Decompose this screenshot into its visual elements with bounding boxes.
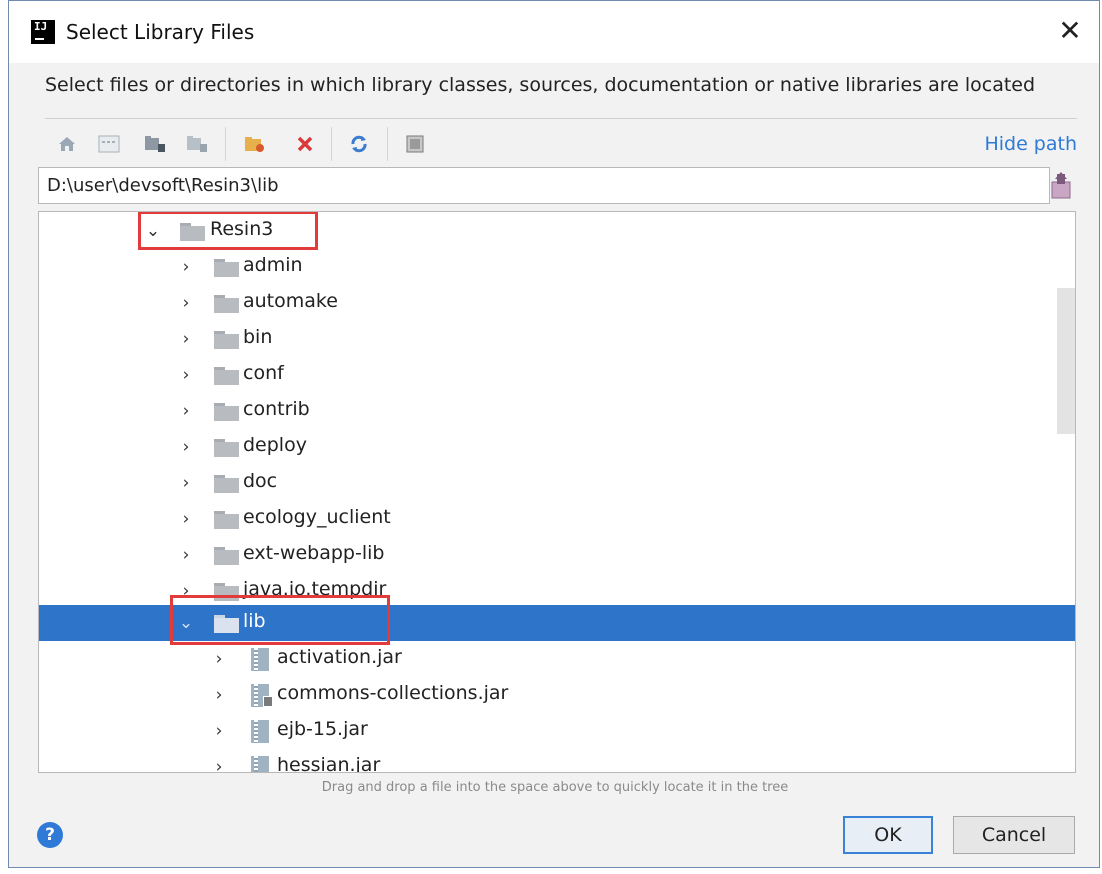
tree-node-label: bin bbox=[243, 326, 273, 348]
tree-node-label: deploy bbox=[243, 434, 307, 456]
tree-node-label: doc bbox=[243, 470, 278, 492]
tree-node-label: ext-webapp-lib bbox=[243, 542, 385, 564]
home-icon[interactable] bbox=[53, 130, 81, 158]
tree-node-folder[interactable]: › automake bbox=[39, 285, 1075, 321]
file-tree[interactable]: ⌄ Resin3 › admin › automake › bin › conf… bbox=[38, 211, 1076, 773]
annotation-highlight-box bbox=[138, 212, 318, 250]
folder-icon bbox=[214, 259, 239, 277]
chevron-right-icon[interactable]: › bbox=[209, 719, 229, 743]
chevron-right-icon[interactable]: › bbox=[176, 255, 196, 279]
folder-icon bbox=[214, 475, 239, 493]
tree-node-label: ejb-15.jar bbox=[277, 718, 368, 740]
folder-icon bbox=[214, 511, 239, 529]
jar-file-icon bbox=[251, 756, 269, 772]
project-icon[interactable] bbox=[141, 130, 169, 158]
chevron-right-icon[interactable]: › bbox=[176, 435, 196, 459]
tree-node-folder[interactable]: › contrib bbox=[39, 393, 1075, 429]
chevron-right-icon[interactable]: › bbox=[209, 647, 229, 671]
path-input[interactable] bbox=[38, 167, 1050, 204]
chevron-right-icon[interactable]: › bbox=[176, 471, 196, 495]
annotation-highlight-box bbox=[170, 595, 390, 645]
toolbar-separator bbox=[331, 127, 332, 161]
jar-file-icon bbox=[251, 648, 269, 671]
divider bbox=[45, 118, 1077, 119]
refresh-icon[interactable] bbox=[345, 130, 373, 158]
toolbar-separator bbox=[387, 127, 388, 161]
ok-button[interactable]: OK bbox=[843, 816, 933, 854]
jar-file-icon bbox=[251, 720, 269, 743]
tree-node-label: conf bbox=[243, 362, 284, 384]
new-folder-icon[interactable] bbox=[241, 130, 269, 158]
tree-node-jar[interactable]: › commons-collections.jar bbox=[39, 677, 1075, 713]
folder-icon bbox=[214, 295, 239, 313]
folder-icon bbox=[214, 367, 239, 385]
chevron-right-icon[interactable]: › bbox=[209, 755, 229, 772]
hide-path-link[interactable]: Hide path bbox=[984, 133, 1077, 155]
tree-node-folder[interactable]: › doc bbox=[39, 465, 1075, 501]
toolbar: Hide path bbox=[45, 125, 1077, 165]
folder-icon bbox=[214, 403, 239, 421]
dialog-title: Select Library Files bbox=[66, 20, 255, 44]
chevron-right-icon[interactable]: › bbox=[176, 507, 196, 531]
tree-node-folder[interactable]: › ext-webapp-lib bbox=[39, 537, 1075, 573]
folder-icon bbox=[214, 331, 239, 349]
tree-node-label: automake bbox=[243, 290, 338, 312]
help-icon[interactable]: ? bbox=[37, 822, 63, 848]
chevron-right-icon[interactable]: › bbox=[176, 291, 196, 315]
cancel-button[interactable]: Cancel bbox=[953, 816, 1075, 854]
locked-jar-file-icon bbox=[251, 684, 273, 707]
tree-node-label: admin bbox=[243, 254, 303, 276]
tree-scrollbar[interactable] bbox=[1057, 288, 1075, 434]
tree-node-folder[interactable]: › conf bbox=[39, 357, 1075, 393]
delete-icon[interactable] bbox=[291, 130, 319, 158]
chevron-right-icon[interactable]: › bbox=[176, 399, 196, 423]
tree-node-folder[interactable]: › deploy bbox=[39, 429, 1075, 465]
tree-node-folder[interactable]: › admin bbox=[39, 249, 1075, 285]
tree-node-label: ecology_uclient bbox=[243, 506, 391, 528]
tree-node-jar[interactable]: › hessian.jar bbox=[39, 749, 1075, 773]
title-bar: IJ Select Library Files ✕ bbox=[9, 1, 1099, 63]
chevron-right-icon[interactable]: › bbox=[176, 363, 196, 387]
show-hidden-icon[interactable] bbox=[401, 130, 429, 158]
folder-icon bbox=[214, 439, 239, 457]
chevron-right-icon[interactable]: › bbox=[209, 683, 229, 707]
dialog-description: Select files or directories in which lib… bbox=[45, 74, 1036, 96]
tree-node-label: hessian.jar bbox=[277, 754, 381, 773]
intellij-app-icon: IJ bbox=[31, 20, 55, 44]
tree-node-label: activation.jar bbox=[277, 646, 402, 668]
module-icon[interactable] bbox=[183, 130, 211, 158]
tree-node-jar[interactable]: › activation.jar bbox=[39, 641, 1075, 677]
tree-node-label: commons-collections.jar bbox=[277, 682, 509, 704]
toolbar-separator bbox=[225, 127, 226, 161]
tree-node-jar[interactable]: › ejb-15.jar bbox=[39, 713, 1075, 749]
folder-icon bbox=[214, 547, 239, 565]
drag-drop-hint: Drag and drop a file into the space abov… bbox=[321, 780, 789, 795]
close-icon[interactable]: ✕ bbox=[1055, 16, 1085, 46]
chevron-right-icon[interactable]: › bbox=[176, 543, 196, 567]
tree-node-label: contrib bbox=[243, 398, 310, 420]
desktop-icon[interactable] bbox=[95, 130, 123, 158]
select-library-files-dialog: IJ Select Library Files ✕ Select files o… bbox=[8, 0, 1100, 868]
tree-node-folder[interactable]: › bin bbox=[39, 321, 1075, 357]
insert-path-icon[interactable] bbox=[1049, 170, 1075, 200]
chevron-right-icon[interactable]: › bbox=[176, 327, 196, 351]
tree-node-folder[interactable]: › ecology_uclient bbox=[39, 501, 1075, 537]
